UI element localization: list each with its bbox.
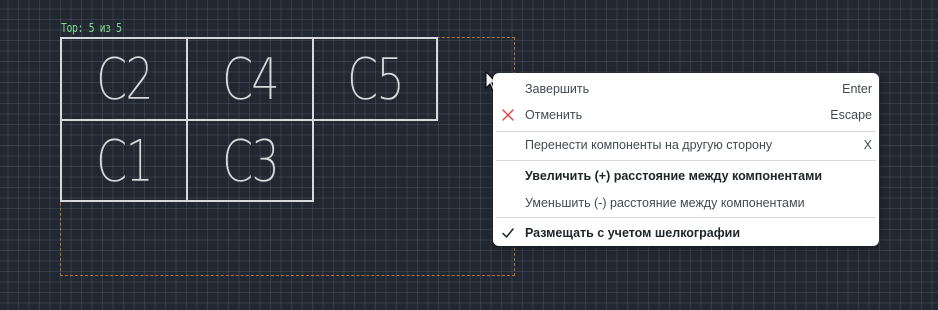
- menu-item-label: Завершить: [525, 81, 590, 96]
- menu-item-label: Перенести компоненты на другую сторону: [525, 137, 773, 152]
- close-icon: [502, 108, 514, 121]
- pcb-canvas[interactable]: Top: 5 из 5 C2 C4 C5 C1 C3 Завершить Ent…: [0, 0, 938, 310]
- menu-item-finish[interactable]: Завершить Enter: [493, 75, 879, 102]
- menu-item-shortcut: Escape: [830, 107, 872, 122]
- component-c2[interactable]: C2: [60, 37, 188, 121]
- menu-item-label: Уменьшить (-) расстояние между компонент…: [525, 195, 805, 210]
- component-label: C5: [347, 45, 405, 113]
- menu-item-flip-side[interactable]: Перенести компоненты на другую сторону X: [493, 131, 879, 158]
- menu-item-cancel[interactable]: Отменить Escape: [493, 101, 879, 128]
- menu-item-label: Размещать с учетом шелкографии: [525, 225, 741, 240]
- component-label: C1: [96, 126, 154, 195]
- component-label: C4: [222, 45, 280, 113]
- menu-item-decrease-spacing[interactable]: Уменьшить (-) расстояние между компонент…: [493, 189, 879, 216]
- component-c4[interactable]: C4: [186, 37, 314, 121]
- component-label: C2: [96, 45, 154, 113]
- menu-separator: [496, 160, 876, 161]
- menu-item-silkscreen-aware[interactable]: Размещать с учетом шелкографии: [493, 219, 879, 246]
- component-c3[interactable]: C3: [186, 119, 314, 202]
- component-c1[interactable]: C1: [60, 119, 188, 202]
- menu-item-shortcut: Enter: [842, 81, 872, 96]
- layer-count-label: Top: 5 из 5: [61, 21, 122, 35]
- check-icon: [502, 227, 514, 238]
- menu-item-increase-spacing[interactable]: Увеличить (+) расстояние между компонент…: [493, 162, 879, 189]
- component-label: C3: [222, 126, 280, 195]
- menu-separator: [496, 217, 876, 218]
- menu-item-label: Увеличить (+) расстояние между компонент…: [525, 168, 823, 183]
- context-menu: Завершить Enter Отменить Escape Перенест…: [493, 73, 879, 246]
- component-c5[interactable]: C5: [312, 37, 438, 121]
- menu-item-shortcut: X: [863, 137, 872, 152]
- menu-item-label: Отменить: [525, 107, 583, 122]
